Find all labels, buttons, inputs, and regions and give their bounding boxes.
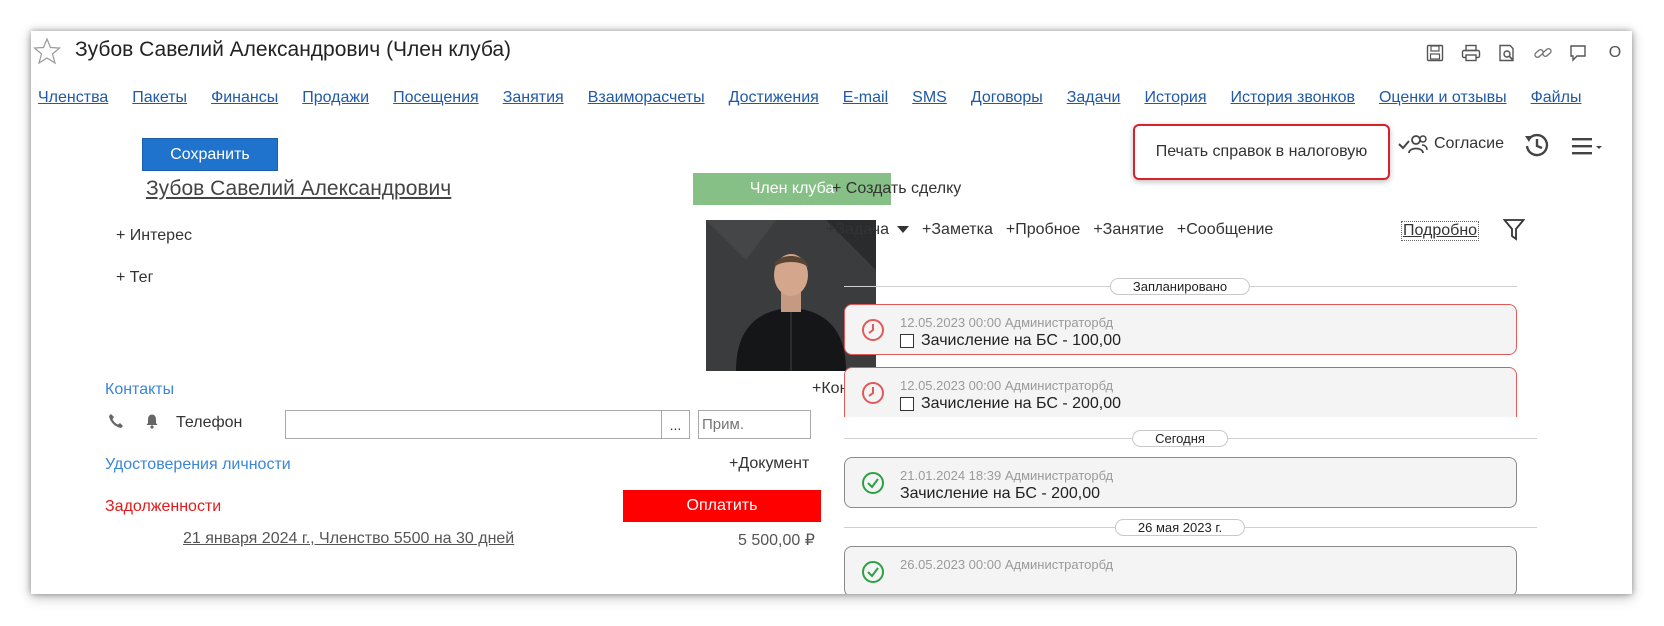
add-tag-link[interactable]: + Тег [116,269,153,287]
consent-label: Согласие [1434,135,1505,152]
chat-icon[interactable] [1568,43,1590,63]
add-note-button[interactable]: +Заметка [922,221,993,239]
print-tax-certificates-button[interactable]: Печать справок в налоговую [1133,124,1390,180]
phone-note-input[interactable] [698,410,811,439]
debt-item-amount: 5 500,00 ₽ [738,532,815,549]
event-meta: 12.05.2023 00:00 Администраторбд [900,315,1114,330]
section-tabs: Членства Пакеты Финансы Продажи Посещени… [38,89,1605,107]
alarm-clock-icon [862,382,884,404]
add-task-label: +Задача [826,221,890,238]
tab-classes[interactable]: Занятия [503,89,564,107]
title-tools: О [1424,43,1626,63]
tab-email[interactable]: E-mail [843,89,888,107]
client-name[interactable]: Зубов Савелий Александрович [146,177,451,201]
tab-packages[interactable]: Пакеты [132,89,187,107]
consent-button[interactable]: Согласие [1398,133,1504,155]
contacts-section-title: Контакты [105,381,175,398]
add-class-button[interactable]: +Занятие [1093,221,1164,239]
group-today: Сегодня [1132,430,1228,447]
favorite-star-icon[interactable] [33,37,61,65]
debts-section-title: Задолженности [105,498,222,515]
phone-label: Телефон [176,414,243,431]
tab-achievements[interactable]: Достижения [729,89,819,107]
tab-tasks[interactable]: Задачи [1067,89,1121,107]
consent-users-icon [1398,135,1428,154]
tab-reviews[interactable]: Оценки и отзывы [1379,89,1507,107]
phone-input[interactable] [285,410,682,439]
client-card-window: Зубов Савелий Александрович (Член клуба)… [31,31,1632,594]
event-title: Зачисление на БС - 100,00 [900,332,1121,350]
alarm-clock-icon [862,319,884,341]
event-title-text: Зачисление на БС - 200,00 [921,395,1122,412]
documents-section-title: Удостоверения личности [105,456,291,473]
debt-item-link[interactable]: 21 января 2024 г., Членство 5500 на 30 д… [183,530,514,548]
add-interest-link[interactable]: + Интерес [116,227,192,245]
tab-finances[interactable]: Финансы [211,89,278,107]
group-planned: Запланировано [1109,278,1251,295]
tab-sales[interactable]: Продажи [302,89,369,107]
phone-icon[interactable] [108,413,124,429]
event-meta: 21.01.2024 18:39 Администраторбд [900,468,1114,483]
tab-contracts[interactable]: Договоры [971,89,1043,107]
tab-memberships[interactable]: Членства [38,89,108,107]
title-bar: Зубов Савелий Александрович (Член клуба)… [31,31,1632,75]
bell-icon[interactable] [144,413,160,429]
add-trial-button[interactable]: +Пробное [1006,221,1080,239]
event-meta: 12.05.2023 00:00 Администраторбд [900,378,1114,393]
phone-select-button[interactable]: ... [661,410,690,439]
tab-files[interactable]: Файлы [1531,89,1582,107]
pay-button[interactable]: Оплатить [623,490,821,522]
timeline-actions: +Задача +Заметка +Пробное +Занятие +Сооб… [826,221,1286,239]
history-icon[interactable] [1523,131,1551,159]
create-deal-link[interactable]: + Создать сделку [832,180,961,198]
preview-icon[interactable] [1496,43,1518,63]
timeline-event[interactable]: 21.01.2024 18:39 Администраторбд Зачисле… [844,457,1517,508]
chevron-down-icon [897,226,910,234]
add-message-button[interactable]: +Сообщение [1177,221,1273,239]
tab-settlements[interactable]: Взаиморасчеты [588,89,705,107]
filter-icon[interactable] [1503,218,1525,242]
save-button[interactable]: Сохранить [142,138,278,171]
save-icon[interactable] [1424,43,1446,63]
timeline-event[interactable]: 12.05.2023 00:00 Администраторбд Зачисле… [844,304,1517,355]
event-title-text: Зачисление на БС - 100,00 [921,332,1122,349]
group-date: 26 мая 2023 г. [1114,519,1246,536]
event-title: Зачисление на БС - 200,00 [900,395,1121,413]
event-meta: 26.05.2023 00:00 Администраторбд [900,557,1114,572]
tab-visits[interactable]: Посещения [393,89,479,107]
print-icon[interactable] [1460,43,1482,63]
more-menu-icon[interactable] [1571,135,1605,157]
event-checkbox[interactable] [900,334,914,348]
timeline-event[interactable]: 12.05.2023 00:00 Администраторбд Зачисле… [844,367,1517,417]
add-task-button[interactable]: +Задача [826,221,910,239]
tab-sms[interactable]: SMS [912,89,947,107]
tab-history[interactable]: История [1144,89,1206,107]
link-icon[interactable] [1532,43,1554,63]
add-document-link[interactable]: +Документ [729,455,809,473]
check-circle-icon [862,472,884,494]
window-title: Зубов Савелий Александрович (Член клуба) [75,38,512,61]
timeline-event[interactable]: 26.05.2023 00:00 Администраторбд [844,546,1517,594]
details-toggle[interactable]: Подробно [1401,221,1480,241]
event-title: Зачисление на БС - 200,00 [900,485,1101,502]
check-circle-icon [862,561,884,583]
event-checkbox[interactable] [900,397,914,411]
tab-call-history[interactable]: История звонков [1231,89,1355,107]
more-tools-label[interactable]: О [1604,43,1626,63]
